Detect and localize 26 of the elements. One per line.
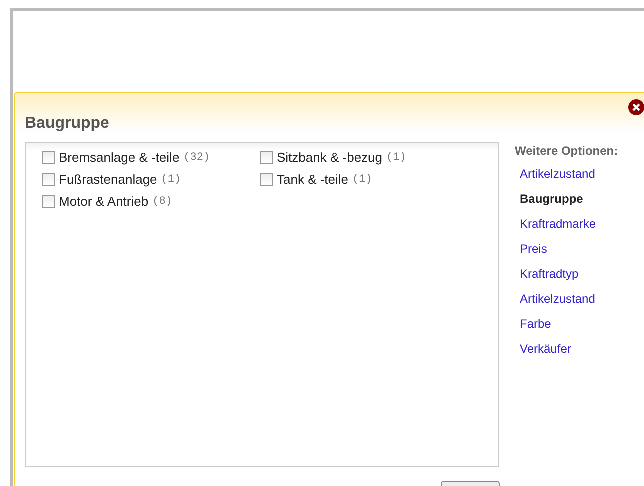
sidebar-link[interactable]: Artikelzustand [520,292,618,307]
option-count: (32) [184,152,210,164]
sidebar-link[interactable]: Verkäufer [520,342,618,357]
option-label[interactable]: Fußrastenanlage [59,172,158,187]
option-count: (8) [152,196,172,208]
sidebar-link[interactable]: Kraftradmarke [520,217,618,232]
sidebar-link[interactable]: Kraftradtyp [520,267,618,282]
option-count: (1) [386,152,406,164]
option-label[interactable]: Sitzbank & -bezug [277,150,383,165]
checkbox[interactable] [42,195,55,208]
option-count: (1) [352,174,372,186]
checkbox[interactable] [260,173,273,186]
sidebar-link[interactable]: Artikelzustand [520,167,618,182]
sidebar-link[interactable]: Baugruppe [520,192,618,207]
dialog-title: Baugruppe [25,115,110,133]
option-label[interactable]: Bremsanlage & -teile [59,150,180,165]
close-icon[interactable] [628,99,644,116]
checkbox[interactable] [42,151,55,164]
checkbox[interactable] [42,173,55,186]
sidebar-link[interactable]: Preis [520,242,618,257]
option-count: (1) [161,174,182,186]
option-label[interactable]: Motor & Antrieb [59,194,149,209]
sidebar-link[interactable]: Farbe [520,317,618,332]
checkbox[interactable] [260,151,273,164]
sidebar-heading: Weitere Optionen: [515,144,618,158]
option-label[interactable]: Tank & -teile [277,172,349,187]
